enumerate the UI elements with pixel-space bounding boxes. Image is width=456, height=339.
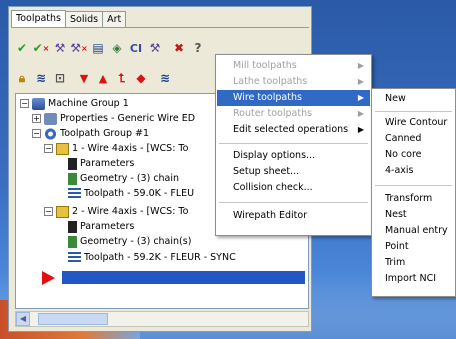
submenu-item-canned[interactable]: Canned — [373, 131, 454, 147]
only-display-selected-icon[interactable]: ≋ — [156, 69, 174, 87]
menu-item-wire-toolpaths[interactable]: Wire toolpaths ▶ — [217, 90, 370, 106]
insert-arrow-marker-icon[interactable] — [42, 271, 55, 285]
parameters-icon — [68, 157, 77, 170]
regenerate-selected-icon[interactable]: ⚒ — [51, 39, 69, 57]
collapse-icon[interactable]: − — [20, 99, 29, 108]
scrollbar-thumb[interactable] — [38, 313, 108, 325]
verify-icon[interactable]: ◈ — [108, 39, 126, 57]
folder-icon — [56, 205, 69, 218]
tree-op2-toolpath[interactable]: Toolpath - 59.2K - FLEUR - SYNC — [68, 250, 236, 265]
tree-op1-geometry[interactable]: Geometry - (3) chain — [68, 171, 179, 186]
tree-operation-2[interactable]: −2 - Wire 4axis - [WCS: To — [44, 204, 188, 219]
context-menu: Mill toolpaths ▶ Lathe toolpaths ▶ Wire to… — [215, 54, 372, 236]
tree-toolpath-group[interactable]: − Toolpath Group #1 — [32, 126, 149, 141]
collapse-icon[interactable]: − — [44, 144, 53, 153]
submenu-item-import-nci[interactable]: Import NCI — [373, 271, 454, 287]
insert-arrow-icon[interactable]: ⮤ — [113, 69, 131, 87]
operations-toolbar-top: ✔ ✔ × ⚒ ⚒ × ▤ ◈ CI ⚒ ✖ ? — [13, 38, 208, 58]
tab-toolpaths[interactable]: Toolpaths — [11, 10, 66, 27]
submenu-arrow-icon: ▶ — [357, 93, 364, 102]
submenu-item-point[interactable]: Point — [373, 239, 454, 255]
lock-posting-icon[interactable]: ⊡ — [51, 69, 69, 87]
tree-horizontal-scrollbar[interactable]: ◀ — [15, 311, 309, 327]
menu-separator — [219, 143, 368, 144]
tree-operation-1[interactable]: −1 - Wire 4axis - [WCS: To — [44, 141, 188, 156]
parameters-icon — [68, 220, 77, 233]
menu-item-lathe-toolpaths[interactable]: Lathe toolpaths ▶ — [217, 74, 370, 90]
scroll-left-arrow-icon[interactable]: ◀ — [16, 312, 30, 326]
toolpath-group-icon — [44, 127, 57, 140]
highfeed-icon[interactable]: ⚒ — [146, 39, 164, 57]
menu-item-router-toolpaths[interactable]: Router toolpaths ▶ — [217, 106, 370, 122]
tab-solids[interactable]: Solids — [65, 11, 104, 27]
scroll-to-insert-icon[interactable]: ◆ — [132, 69, 150, 87]
tree-op2-geometry[interactable]: Geometry - (3) chain(s) — [68, 234, 191, 249]
tree-op1-parameters[interactable]: Parameters — [68, 156, 134, 171]
submenu-item-transform[interactable]: Transform — [373, 191, 454, 207]
toolpath-icon — [68, 187, 81, 200]
menu-item-setup-sheet[interactable]: Setup sheet... — [217, 164, 370, 180]
submenu-arrow-icon: ▶ — [357, 61, 364, 70]
tree-machine-group[interactable]: − Machine Group 1 — [20, 96, 129, 111]
tab-strip: Toolpaths Solids Art — [11, 10, 127, 27]
move-down-arrow-icon[interactable]: ▼ — [75, 69, 93, 87]
tab-art[interactable]: Art — [102, 11, 127, 27]
submenu-item-manual-entry[interactable]: Manual entry — [373, 223, 454, 239]
ci-label: CI — [129, 41, 143, 55]
tree-op1-toolpath[interactable]: Toolpath - 59.0K - FLEU — [68, 186, 194, 201]
post-ci-button[interactable]: CI — [127, 39, 145, 57]
toggle-display-icon[interactable]: ≋ — [32, 69, 50, 87]
submenu-arrow-icon: ▶ — [357, 125, 364, 134]
selected-empty-row[interactable] — [62, 271, 305, 284]
collapse-icon[interactable]: − — [32, 129, 41, 138]
tab-divider — [11, 27, 309, 28]
help-icon[interactable]: ? — [189, 39, 207, 57]
menu-item-edit-selected-operations[interactable]: Edit selected operations ▶ — [217, 122, 370, 138]
operations-toolbar-bottom: 🔒︎ ≋ ⊡ ▼ ▲ ⮤ ◆ ≋ — [13, 68, 175, 88]
submenu-item-new[interactable]: New — [373, 91, 454, 107]
menu-item-collision-check[interactable]: Collision check... — [217, 180, 370, 196]
collapse-icon[interactable]: − — [44, 207, 53, 216]
lock-icon[interactable]: 🔒︎ — [13, 69, 31, 87]
delete-operations-icon[interactable]: ✖ — [170, 39, 188, 57]
wire-toolpaths-submenu: New Wire Contour Canned No core 4-axis T… — [371, 88, 456, 297]
regenerate-dirty-icon[interactable]: ⚒ × — [70, 39, 88, 57]
submenu-item-4-axis[interactable]: 4-axis — [373, 163, 454, 179]
menu-item-display-options[interactable]: Display options... — [217, 148, 370, 164]
geometry-icon — [68, 235, 77, 248]
geometry-icon — [68, 172, 77, 185]
expand-icon[interactable]: + — [32, 114, 41, 123]
menu-separator — [219, 202, 368, 203]
menu-item-mill-toolpaths[interactable]: Mill toolpaths ▶ — [217, 58, 370, 74]
toolpath-icon — [68, 251, 81, 264]
submenu-item-trim[interactable]: Trim — [373, 255, 454, 271]
tree-properties[interactable]: + Properties - Generic Wire ED — [32, 111, 195, 126]
machine-group-icon — [32, 97, 45, 110]
backplot-icon[interactable]: ▤ — [89, 39, 107, 57]
menu-separator — [375, 185, 452, 186]
submenu-item-wire-contour[interactable]: Wire Contour — [373, 115, 454, 131]
menu-separator — [375, 111, 452, 112]
submenu-item-nest[interactable]: Nest — [373, 207, 454, 223]
menu-item-wirepath-editor[interactable]: Wirepath Editor — [217, 208, 370, 224]
submenu-item-no-core[interactable]: No core — [373, 147, 454, 163]
folder-icon — [56, 142, 69, 155]
move-up-arrow-icon[interactable]: ▲ — [94, 69, 112, 87]
select-all-icon[interactable]: ✔ — [13, 39, 31, 57]
submenu-arrow-icon: ▶ — [357, 109, 364, 118]
tree-op2-parameters[interactable]: Parameters — [68, 219, 134, 234]
submenu-arrow-icon: ▶ — [357, 77, 364, 86]
properties-icon — [44, 112, 57, 125]
select-invalid-icon[interactable]: ✔ × — [32, 39, 50, 57]
